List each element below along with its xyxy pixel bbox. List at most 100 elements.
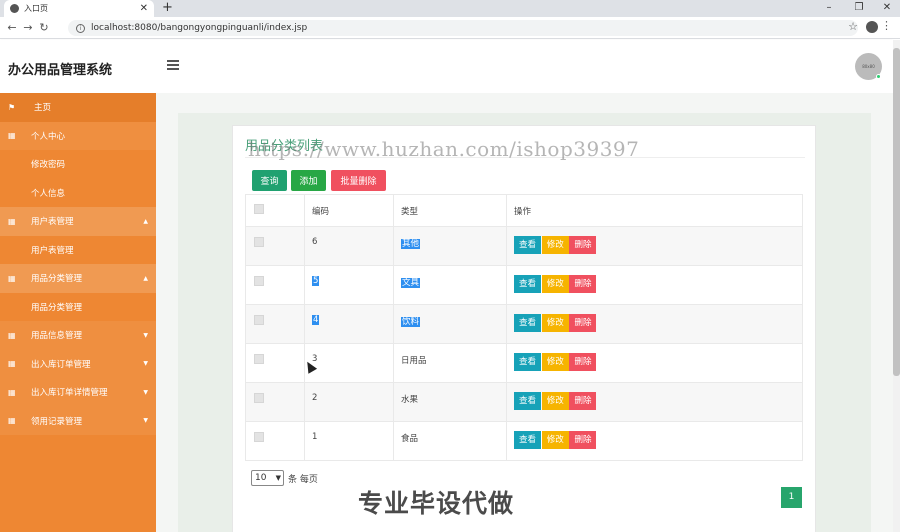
flag-icon: ⚑ [8,102,16,112]
column-header-type: 类型 [393,194,507,227]
sidebar-item-supplies-info[interactable]: ▦ 用品信息管理 ▼ [0,321,156,350]
sidebar-item-personal-info[interactable]: 个人信息 [0,178,156,207]
hamburger-menu-icon[interactable] [167,60,179,70]
globe-icon [10,4,19,13]
cell-type: 日用品 [393,343,507,383]
forward-icon[interactable]: → [20,21,36,34]
browser-tab[interactable]: 入口页 ✕ [4,0,154,17]
page-number-button[interactable]: 1 [781,487,802,508]
sidebar-item-label: 个人信息 [31,188,66,199]
row-checkbox[interactable] [254,432,264,442]
edit-button[interactable]: 修改 [541,392,569,410]
grid-icon: ▦ [8,273,16,283]
window-close-icon[interactable]: ✕ [873,0,900,17]
restore-icon[interactable]: ❐ [845,0,873,17]
row-checkbox[interactable] [254,315,264,325]
table-row: 3 日用品 查看 修改 删除 [245,343,803,383]
sidebar-item-stock-orders[interactable]: ▦ 出入库订单管理 ▼ [0,349,156,378]
delete-button[interactable]: 删除 [569,236,597,254]
caret-down-icon: ▼ [143,417,148,425]
back-icon[interactable]: ← [4,21,20,34]
row-checkbox[interactable] [254,276,264,286]
caret-down-icon: ▼ [143,388,148,396]
table-row: 1 食品 查看 修改 删除 [245,421,803,461]
delete-button[interactable]: 删除 [569,392,597,410]
query-button[interactable]: 查询 [252,170,287,191]
reload-icon[interactable]: ↻ [36,21,52,34]
close-tab-icon[interactable]: ✕ [140,3,148,14]
online-status-dot [876,74,881,79]
sidebar-item-label: 修改密码 [31,160,66,171]
sidebar-item-user-table-sub[interactable]: 用户表管理 [0,235,156,264]
row-checkbox[interactable] [254,237,264,247]
page-size-select[interactable]: 10 ▼ [251,470,284,486]
edit-button[interactable]: 修改 [541,431,569,449]
sidebar-item-user-table[interactable]: ▦ 用户表管理 ▲ [0,207,156,236]
delete-button[interactable]: 删除 [569,353,597,371]
view-button[interactable]: 查看 [514,392,542,410]
grid-icon: ▦ [8,387,16,397]
edit-button[interactable]: 修改 [541,314,569,332]
delete-button[interactable]: 删除 [569,314,597,332]
browser-tabbar: 入口页 ✕ + – ❐ ✕ [0,0,900,17]
caret-down-icon: ▼ [143,331,148,339]
profile-icon[interactable] [866,21,878,33]
sidebar-item-change-password[interactable]: 修改密码 [0,150,156,179]
scrollbar-thumb[interactable] [893,48,900,376]
browser-toolbar: ← → ↻ i localhost:8080/bangongyongpingua… [0,17,900,39]
view-button[interactable]: 查看 [514,431,542,449]
cell-type: 文具 [401,278,421,288]
info-icon[interactable]: i [76,23,85,33]
grid-icon: ▦ [8,416,16,426]
select-all-checkbox[interactable] [254,204,264,214]
category-table: 编码 类型 操作 6 其他 查看 修改 删除 5 文具 查看 修改 删除 4 饮… [245,194,803,461]
add-button[interactable]: 添加 [291,170,326,191]
cell-type: 水果 [393,382,507,422]
app-title: 办公用品管理系统 [8,63,113,78]
view-button[interactable]: 查看 [514,314,542,332]
sidebar-item-label: 用品分类管理 [31,274,83,285]
grid-icon: ▦ [8,131,16,141]
sidebar-item-label: 个人中心 [31,131,66,142]
sidebar-item-home[interactable]: ⚑ 主页 [0,93,156,122]
delete-button[interactable]: 删除 [569,431,597,449]
new-tab-icon[interactable]: + [162,0,173,17]
cell-code: 1 [304,421,394,461]
edit-button[interactable]: 修改 [541,236,569,254]
cell-type: 食品 [393,421,507,461]
column-header-code: 编码 [304,194,394,227]
address-bar[interactable]: i localhost:8080/bangongyongpinguanli/in… [68,20,858,36]
sidebar-item-label: 主页 [34,103,52,114]
select-all-cell [245,194,305,227]
sidebar-item-requisition[interactable]: ▦ 领用记录管理 ▼ [0,406,156,435]
sidebar-item-label: 领用记录管理 [31,416,83,427]
browser-menu-icon[interactable]: ⋮ [881,19,892,32]
view-button[interactable]: 查看 [514,236,542,254]
view-button[interactable]: 查看 [514,275,542,293]
sidebar-item-order-details[interactable]: ▦ 出入库订单详情管理 ▼ [0,378,156,407]
delete-button[interactable]: 删除 [569,275,597,293]
cell-type: 其他 [401,239,421,249]
edit-button[interactable]: 修改 [541,275,569,293]
sidebar-item-personal-center[interactable]: ▦ 个人中心 [0,121,156,150]
row-checkbox[interactable] [254,393,264,403]
row-checkbox[interactable] [254,354,264,364]
minimize-icon[interactable]: – [815,0,843,17]
app-header: 办公用品管理系统 80x80 [0,40,893,93]
grid-icon: ▦ [8,359,16,369]
sidebar-item-category-sub[interactable]: 用品分类管理 [0,292,156,321]
edit-button[interactable]: 修改 [541,353,569,371]
chevron-down-icon: ▼ [275,474,281,482]
sidebar-item-label: 出入库订单详情管理 [31,388,108,399]
batch-delete-button[interactable]: 批量删除 [331,170,386,191]
sidebar-item-label: 用户表管理 [31,217,74,228]
sidebar-item-label: 出入库订单管理 [31,359,91,370]
sidebar-item-label: 用品信息管理 [31,331,83,342]
sidebar-item-category[interactable]: ▦ 用品分类管理 ▲ [0,264,156,293]
watermark-url: https://www.huzhan.com/ishop39397 [248,137,640,161]
table-row: 6 其他 查看 修改 删除 [245,226,803,266]
view-button[interactable]: 查看 [514,353,542,371]
cell-code: 5 [312,276,320,286]
cell-type: 饮料 [401,317,421,327]
bookmark-star-icon[interactable]: ☆ [848,20,858,33]
